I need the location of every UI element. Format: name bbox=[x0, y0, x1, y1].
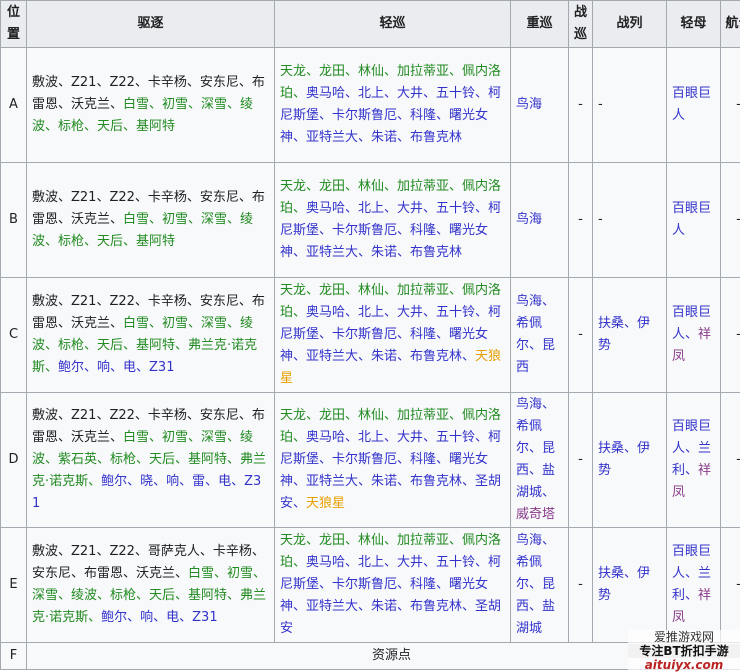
position-cell: F bbox=[0, 642, 27, 670]
battlecruiser-cell: - bbox=[568, 162, 593, 278]
ship-names-black: - bbox=[736, 452, 740, 467]
battlecruiser-cell: - bbox=[568, 277, 593, 393]
ship-names-blue: 鲍尔、响、电、Z31 bbox=[101, 610, 218, 625]
light-cruiser-cell: 天龙、龙田、林仙、加拉蒂亚、佩内洛珀、奥马哈、北上、大井、五十铃、柯尼斯堡、卡尔… bbox=[274, 527, 511, 643]
ship-names-blue: 鲍尔、响、电、Z31 bbox=[58, 360, 175, 375]
watermark-tagline: 专注BT折扣手游 bbox=[628, 644, 740, 658]
light-cruiser-cell: 天龙、龙田、林仙、加拉蒂亚、佩内洛珀、奥马哈、北上、大井、五十铃、柯尼斯堡、卡尔… bbox=[274, 47, 511, 163]
ship-names-purple: 威奇塔 bbox=[516, 507, 556, 522]
position-cell: B bbox=[0, 162, 27, 278]
heavy-cruiser-cell: 鸟海、希佩尔、昆西、盐湖城、威奇塔 bbox=[510, 392, 569, 528]
ship-names-blue: 百眼巨人 bbox=[672, 201, 712, 238]
table-row: B 敷波、Z21、Z22、卡辛杨、安东尼、布雷恩、沃克兰、白雪、初雪、深雪、绫波… bbox=[0, 162, 740, 278]
ship-names-blue: 扶桑、伊势 bbox=[598, 316, 651, 353]
ship-names-blue: 扶桑、伊势 bbox=[598, 566, 651, 603]
battleship-cell: 扶桑、伊势 bbox=[592, 277, 667, 393]
ship-names-blue: 鸟海、希佩尔、昆西、盐湖城 bbox=[516, 533, 556, 636]
battleship-cell: 扶桑、伊势 bbox=[592, 392, 667, 528]
header-light-carrier: 轻母 bbox=[666, 0, 721, 48]
watermark-domain: aituiyx.com bbox=[644, 658, 724, 672]
battleship-cell: - bbox=[592, 47, 667, 163]
battleship-cell: 扶桑、伊势 bbox=[592, 527, 667, 643]
ship-names-black: - bbox=[736, 97, 740, 112]
light-carrier-cell: 百眼巨人、兰利、祥凤 bbox=[666, 392, 721, 528]
light-cruiser-cell: 天龙、龙田、林仙、加拉蒂亚、佩内洛珀、奥马哈、北上、大井、五十铃、柯尼斯堡、卡尔… bbox=[274, 392, 511, 528]
battlecruiser-cell: - bbox=[568, 527, 593, 643]
header-carrier: 航母 bbox=[720, 0, 740, 48]
carrier-cell: - bbox=[720, 527, 740, 643]
battlecruiser-cell: - bbox=[568, 47, 593, 163]
carrier-cell: - bbox=[720, 277, 740, 393]
battlecruiser-cell: - bbox=[568, 392, 593, 528]
ship-names-black: - bbox=[578, 452, 583, 467]
destroyer-cell: 敷波、Z21、Z22、卡辛杨、安东尼、布雷恩、沃克兰、白雪、初雪、深雪、绫波、标… bbox=[26, 47, 275, 163]
ship-names-blue: 鸟海、希佩尔、昆西 bbox=[516, 294, 556, 375]
map-spawn-table: 位置 驱逐 轻巡 重巡 战巡 战列 轻母 航母 A 敷波、Z21、Z22、卡辛杨… bbox=[0, 0, 740, 670]
heavy-cruiser-cell: 鸟海 bbox=[510, 162, 569, 278]
ship-names-black: - bbox=[736, 212, 740, 227]
ship-names-black: - bbox=[578, 327, 583, 342]
ship-names-black: - bbox=[736, 577, 740, 592]
ship-names-blue: 奥马哈、北上、大井、五十铃、柯尼斯堡、卡尔斯鲁厄、科隆、曙光女神、亚特兰大、朱诺… bbox=[280, 86, 502, 145]
ship-names-black: - bbox=[598, 212, 603, 227]
destroyer-cell: 敷波、Z21、Z22、卡辛杨、安东尼、布雷恩、沃克兰、白雪、初雪、深雪、绫波、标… bbox=[26, 277, 275, 393]
ship-names-black: - bbox=[578, 577, 583, 592]
header-destroyer: 驱逐 bbox=[26, 0, 275, 48]
heavy-cruiser-cell: 鸟海、希佩尔、昆西、盐湖城 bbox=[510, 527, 569, 643]
header-battleship: 战列 bbox=[592, 0, 667, 48]
light-cruiser-cell: 天龙、龙田、林仙、加拉蒂亚、佩内洛珀、奥马哈、北上、大井、五十铃、柯尼斯堡、卡尔… bbox=[274, 162, 511, 278]
header-heavy-cruiser: 重巡 bbox=[510, 0, 569, 48]
destroyer-cell: 敷波、Z21、Z22、卡辛杨、安东尼、布雷恩、沃克兰、白雪、初雪、深雪、绫波、紫… bbox=[26, 392, 275, 528]
light-carrier-cell: 百眼巨人、祥凤 bbox=[666, 277, 721, 393]
ship-names-black: - bbox=[578, 97, 583, 112]
table-row: C 敷波、Z21、Z22、卡辛杨、安东尼、布雷恩、沃克兰、白雪、初雪、深雪、绫波… bbox=[0, 277, 740, 393]
watermark-site-name: 爱推游戏网 bbox=[653, 630, 714, 644]
ship-names-blue: 奥马哈、北上、大井、五十铃、柯尼斯堡、卡尔斯鲁厄、科隆、曙光女神、亚特兰大、朱诺… bbox=[280, 305, 502, 364]
header-battlecruiser: 战巡 bbox=[568, 0, 593, 48]
ship-names-blue: 奥马哈、北上、大井、五十铃、柯尼斯堡、卡尔斯鲁厄、科隆、曙光女神、亚特兰大、朱诺… bbox=[280, 555, 502, 636]
light-cruiser-cell: 天龙、龙田、林仙、加拉蒂亚、佩内洛珀、奥马哈、北上、大井、五十铃、柯尼斯堡、卡尔… bbox=[274, 277, 511, 393]
light-carrier-cell: 百眼巨人、兰利、祥凤 bbox=[666, 527, 721, 643]
site-watermark: 爱推游戏网 专注BT折扣手游 aituiyx.com bbox=[628, 630, 740, 672]
ship-names-blue: 鸟海 bbox=[516, 97, 543, 112]
position-cell: A bbox=[0, 47, 27, 163]
carrier-cell: - bbox=[720, 162, 740, 278]
light-carrier-cell: 百眼巨人 bbox=[666, 47, 721, 163]
light-carrier-cell: 百眼巨人 bbox=[666, 162, 721, 278]
ship-names-blue: 鸟海、希佩尔、昆西、盐湖城、 bbox=[516, 397, 556, 500]
destroyer-cell: 敷波、Z21、Z22、哥萨克人、卡辛杨、安东尼、布雷恩、沃克兰、白雪、初雪、深雪… bbox=[26, 527, 275, 643]
heavy-cruiser-cell: 鸟海 bbox=[510, 47, 569, 163]
position-cell: E bbox=[0, 527, 27, 643]
ship-names-blue: 奥马哈、北上、大井、五十铃、柯尼斯堡、卡尔斯鲁厄、科隆、曙光女神、亚特兰大、朱诺… bbox=[280, 201, 502, 260]
position-cell: D bbox=[0, 392, 27, 528]
header-light-cruiser: 轻巡 bbox=[274, 0, 511, 48]
position-cell: C bbox=[0, 277, 27, 393]
carrier-cell: - bbox=[720, 47, 740, 163]
ship-names-blue: 百眼巨人 bbox=[672, 86, 712, 123]
carrier-cell: - bbox=[720, 392, 740, 528]
table-row: A 敷波、Z21、Z22、卡辛杨、安东尼、布雷恩、沃克兰、白雪、初雪、深雪、绫波… bbox=[0, 47, 740, 163]
ship-names-black: - bbox=[598, 97, 603, 112]
ship-names-black: - bbox=[736, 327, 740, 342]
ship-names-black: - bbox=[578, 212, 583, 227]
table-row: E 敷波、Z21、Z22、哥萨克人、卡辛杨、安东尼、布雷恩、沃克兰、白雪、初雪、… bbox=[0, 527, 740, 643]
ship-names-orange: 天狼星 bbox=[306, 496, 346, 511]
header-position: 位置 bbox=[0, 0, 27, 48]
ship-names-blue: 扶桑、伊势 bbox=[598, 441, 651, 478]
ship-names-blue: 鸟海 bbox=[516, 212, 543, 227]
header-row: 位置 驱逐 轻巡 重巡 战巡 战列 轻母 航母 bbox=[0, 0, 740, 48]
battleship-cell: - bbox=[592, 162, 667, 278]
destroyer-cell: 敷波、Z21、Z22、卡辛杨、安东尼、布雷恩、沃克兰、白雪、初雪、深雪、绫波、标… bbox=[26, 162, 275, 278]
heavy-cruiser-cell: 鸟海、希佩尔、昆西 bbox=[510, 277, 569, 393]
table-row: D 敷波、Z21、Z22、卡辛杨、安东尼、布雷恩、沃克兰、白雪、初雪、深雪、绫波… bbox=[0, 392, 740, 528]
